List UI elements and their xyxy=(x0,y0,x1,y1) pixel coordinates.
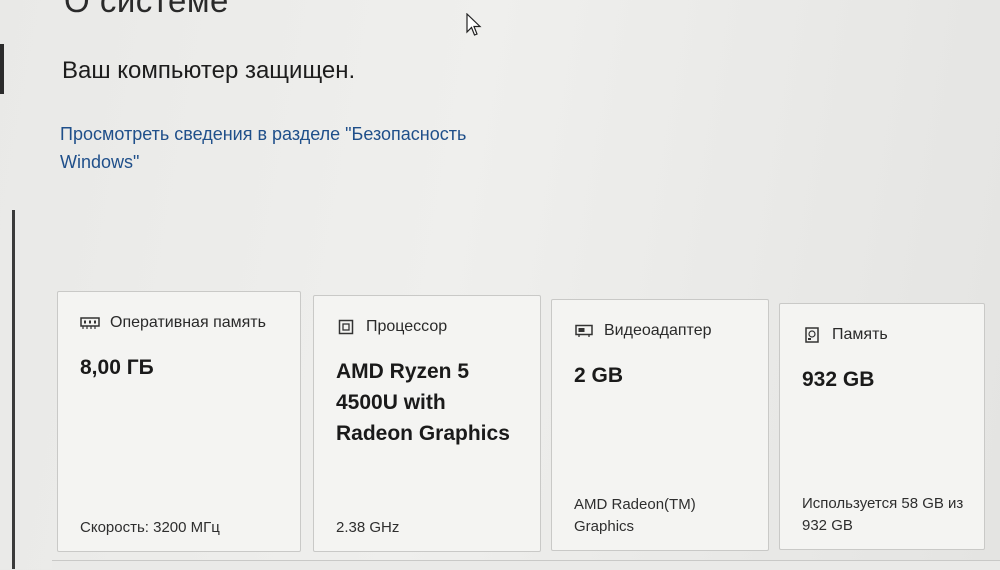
gpu-card-label: Видеоадаптер xyxy=(604,322,712,339)
storage-drive-icon xyxy=(802,327,822,343)
ram-card-header: Оперативная память xyxy=(80,314,266,332)
cpu-card-label: Процессор xyxy=(366,318,448,335)
cpu-card-header: Процессор xyxy=(336,318,447,336)
storage-card-label: Память xyxy=(832,326,888,343)
window-edge xyxy=(0,44,4,94)
processor-chip-icon xyxy=(336,319,356,335)
ram-card-label: Оперативная память xyxy=(110,314,266,331)
windows-security-link[interactable]: Просмотреть сведения в разделе "Безопасн… xyxy=(60,120,540,176)
gpu-card-value: 2 GB xyxy=(574,364,624,387)
memory-module-icon xyxy=(80,315,100,331)
graphics-card-icon xyxy=(574,323,594,339)
storage-card-detail: Используется 58 GB из 932 GB xyxy=(802,495,964,534)
cpu-card: Процессор AMD Ryzen 5 4500U with Radeon … xyxy=(313,295,541,552)
ram-card: Оперативная память 8,00 ГБ Скорость: 320… xyxy=(57,291,301,552)
gpu-card-detail: AMD Radeon(TM) Graphics xyxy=(574,496,696,535)
cpu-card-value: AMD Ryzen 5 4500U with Radeon Graphics xyxy=(336,360,510,445)
storage-card-header: Память xyxy=(802,326,888,344)
protection-status: Ваш компьютер защищен. xyxy=(62,57,356,84)
ram-card-detail: Скорость: 3200 МГц xyxy=(80,519,220,536)
ram-card-value: 8,00 ГБ xyxy=(80,356,154,379)
page-title: О системе xyxy=(64,0,229,19)
mouse-pointer-icon xyxy=(466,13,482,36)
gpu-card-header: Видеоадаптер xyxy=(574,322,711,340)
storage-card: Память 932 GB Используется 58 GB из 932 … xyxy=(779,303,985,550)
cpu-card-detail: 2.38 GHz xyxy=(336,519,400,536)
navigation-pane-edge xyxy=(12,210,15,569)
gpu-card: Видеоадаптер 2 GB AMD Radeon(TM) Graphic… xyxy=(551,299,769,551)
storage-card-value: 932 GB xyxy=(802,368,875,391)
